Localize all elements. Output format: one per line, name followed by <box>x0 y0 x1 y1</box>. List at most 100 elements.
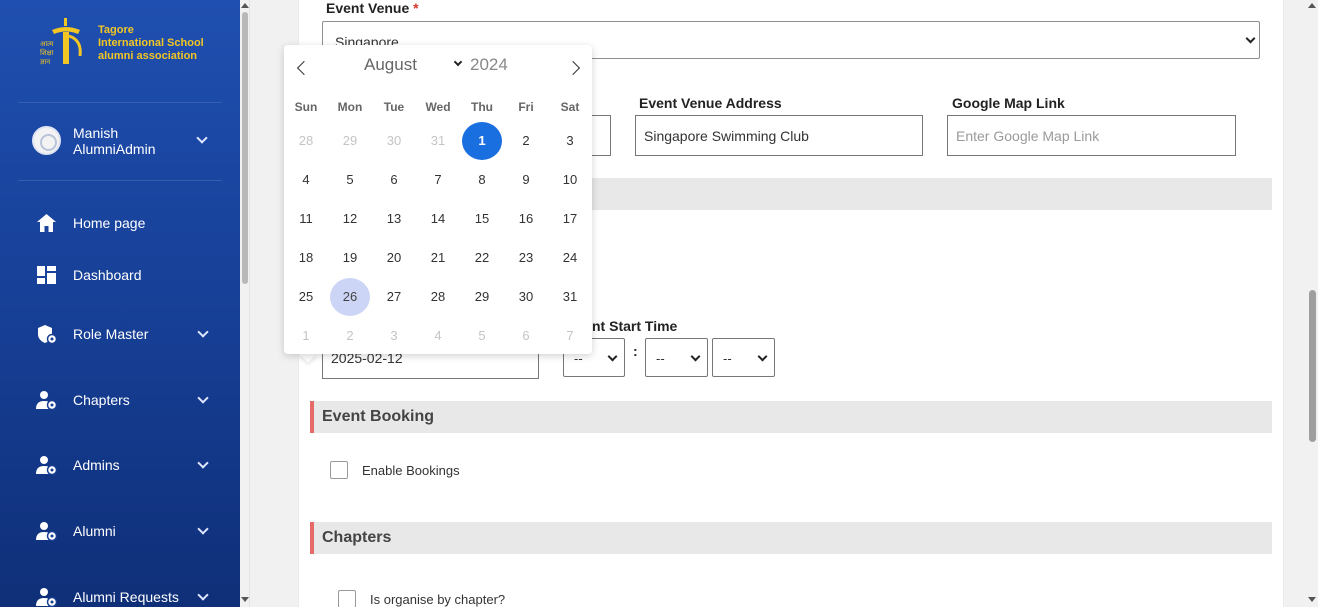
chevron-down-icon <box>690 351 701 362</box>
avatar <box>32 126 61 155</box>
calendar-day[interactable]: 30 <box>506 278 546 316</box>
calendar-day[interactable]: 15 <box>462 200 502 238</box>
school-logo[interactable]: आत्म शिक्षा ज्ञान Tagore International S… <box>38 16 218 70</box>
calendar-day[interactable]: 10 <box>550 161 590 199</box>
weekday-header: Sat <box>560 100 580 114</box>
calendar-day[interactable]: 4 <box>286 161 326 199</box>
calendar-day[interactable]: 27 <box>374 278 414 316</box>
calendar-day[interactable]: 25 <box>286 278 326 316</box>
svg-text:शिक्षा: शिक्षा <box>40 48 54 57</box>
calendar-day[interactable]: 29 <box>462 278 502 316</box>
calendar-day[interactable]: 14 <box>418 200 458 238</box>
role-icon <box>38 325 57 344</box>
sidebar-item-alumni[interactable]: Alumni <box>36 519 222 543</box>
venue-address-label: Event Venue Address <box>639 95 782 111</box>
calendar-day[interactable]: 19 <box>330 239 370 277</box>
enable-bookings-checkbox[interactable] <box>330 461 348 479</box>
calendar-day[interactable]: 31 <box>418 122 458 160</box>
calendar-day[interactable]: 30 <box>374 122 414 160</box>
calendar-day[interactable]: 6 <box>374 161 414 199</box>
next-month-icon[interactable] <box>565 60 581 76</box>
enable-bookings-label: Enable Bookings <box>362 463 460 478</box>
calendar-day[interactable]: 21 <box>418 239 458 277</box>
scroll-down-icon[interactable] <box>1308 597 1316 602</box>
sidebar-item-home-page[interactable]: Home page <box>36 211 222 235</box>
page-scrollbar-thumb[interactable] <box>1309 290 1316 442</box>
year-input[interactable]: 2024 <box>470 55 508 75</box>
start-minute-select[interactable]: -- <box>645 338 708 377</box>
calendar-day[interactable]: 2 <box>330 317 370 355</box>
sidebar-item-label: Chapters <box>73 392 130 408</box>
start-ampm-select[interactable]: -- <box>712 338 775 377</box>
calendar-day[interactable]: 7 <box>418 161 458 199</box>
calendar-day[interactable]: 5 <box>462 317 502 355</box>
calendar-day[interactable]: 16 <box>506 200 546 238</box>
weekday-header: Thu <box>471 100 493 114</box>
datepicker-popup: August 2024 Sun Mon Tue Wed Thu Fri Sat 28 29 30 3… <box>284 45 592 354</box>
sidebar: आत्म शिक्षा ज्ञान Tagore International S… <box>0 0 240 607</box>
sidebar-item-alumni-requests[interactable]: Alumni Requests <box>36 585 222 607</box>
scroll-down-icon[interactable] <box>241 597 249 602</box>
calendar-day[interactable]: 2 <box>506 122 546 160</box>
sidebar-item-dashboard[interactable]: Dashboard <box>36 263 222 287</box>
calendar-day[interactable]: 28 <box>418 278 458 316</box>
sidebar-item-label: Dashboard <box>73 267 142 283</box>
chevron-down-icon <box>197 523 209 535</box>
sidebar-divider <box>18 102 222 103</box>
scroll-up-icon[interactable] <box>1308 3 1316 8</box>
calendar-day[interactable]: 6 <box>506 317 546 355</box>
calendar-day[interactable]: 4 <box>418 317 458 355</box>
sidebar-item-chapters[interactable]: Chapters <box>36 388 222 412</box>
google-map-link-placeholder: Enter Google Map Link <box>956 127 1100 144</box>
calendar-day[interactable]: 13 <box>374 200 414 238</box>
sidebar-divider <box>18 180 222 181</box>
sidebar-item-role-master[interactable]: Role Master <box>36 322 222 346</box>
month-select[interactable]: August <box>364 55 417 75</box>
calendar-day[interactable]: 3 <box>550 122 590 160</box>
calendar-day[interactable]: 18 <box>286 239 326 277</box>
section-title: Chapters <box>322 529 392 546</box>
calendar-day[interactable]: 12 <box>330 200 370 238</box>
prev-month-icon[interactable] <box>296 60 312 76</box>
user-profile-menu[interactable]: Manish AlumniAdmin <box>32 125 222 159</box>
calendar-day[interactable]: 22 <box>462 239 502 277</box>
calendar-day[interactable]: 20 <box>374 239 414 277</box>
user-gear-icon <box>36 456 57 475</box>
calendar-day[interactable]: 17 <box>550 200 590 238</box>
calendar-day[interactable]: 9 <box>506 161 546 199</box>
calendar-day[interactable]: 11 <box>286 200 326 238</box>
chevron-down-icon <box>197 392 209 404</box>
calendar-day[interactable]: 29 <box>330 122 370 160</box>
calendar-day[interactable]: 31 <box>550 278 590 316</box>
calendar-day[interactable]: 5 <box>330 161 370 199</box>
chevron-down-icon <box>196 132 208 144</box>
user-gear-icon <box>36 588 57 607</box>
chevron-down-icon <box>197 589 209 601</box>
google-map-link-label: Google Map Link <box>952 95 1065 111</box>
section-chapters: Chapters <box>310 522 1272 554</box>
event-start-time-label: nt Start Time <box>592 318 678 334</box>
user-name: Manish AlumniAdmin <box>73 125 156 157</box>
venue-address-input[interactable]: Singapore Swimming Club <box>635 115 923 156</box>
calendar-day[interactable]: 3 <box>374 317 414 355</box>
organise-by-chapter-checkbox[interactable] <box>338 590 356 607</box>
calendar-day[interactable]: 1 <box>462 122 502 160</box>
svg-text:ज्ञान: ज्ञान <box>40 58 50 66</box>
dashboard-icon <box>37 266 56 284</box>
weekday-header: Mon <box>337 100 363 114</box>
google-map-link-input[interactable]: Enter Google Map Link <box>947 115 1236 156</box>
calendar-day[interactable]: 8 <box>462 161 502 199</box>
chevron-down-icon <box>197 326 209 338</box>
calendar-day[interactable]: 23 <box>506 239 546 277</box>
scroll-up-icon[interactable] <box>241 3 249 8</box>
svg-text:आत्म: आत्म <box>40 40 54 48</box>
sidebar-scrollbar-thumb[interactable] <box>242 12 248 284</box>
sidebar-item-admins[interactable]: Admins <box>36 453 222 477</box>
calendar-day[interactable]: 28 <box>286 122 326 160</box>
chevron-down-icon <box>453 57 463 67</box>
calendar-day[interactable]: 26 <box>330 278 370 316</box>
calendar-day[interactable]: 24 <box>550 239 590 277</box>
calendar-day[interactable]: 1 <box>286 317 326 355</box>
calendar-day[interactable]: 7 <box>550 317 590 355</box>
chevron-down-icon <box>607 351 618 362</box>
